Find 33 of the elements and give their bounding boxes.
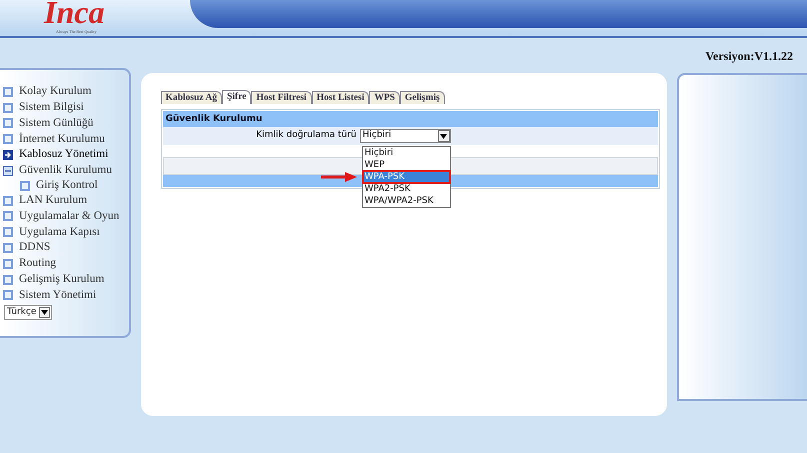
tab[interactable]: WPS xyxy=(369,91,400,104)
tab[interactable]: Gelişmiş xyxy=(400,91,445,104)
language-select[interactable]: Türkçe xyxy=(4,305,52,320)
version-label: Versiyon:V1.1.22 xyxy=(705,48,793,65)
dropdown-option[interactable]: Hiçbiri xyxy=(362,147,450,159)
sidebar-item[interactable]: Sistem Günlüğü xyxy=(19,114,94,132)
dropdown-arrow-icon xyxy=(39,307,50,318)
sidebar-item[interactable]: Güvenlik Kurulumu xyxy=(19,162,112,180)
sidebar-item[interactable]: Uygulama Kapısı xyxy=(19,224,100,241)
dropdown-option[interactable]: WPA/WPA2-PSK xyxy=(362,195,450,207)
sidebar-item[interactable]: Kolay Kurulum xyxy=(19,83,92,101)
sidebar-item[interactable]: Sistem Yönetimi xyxy=(19,286,96,304)
dropdown-option[interactable]: WPA-PSK xyxy=(362,171,450,183)
sidebar-item[interactable]: Uygulamalar & Oyun xyxy=(19,208,120,226)
arrow-pointer-icon xyxy=(320,172,356,182)
sidebar-item[interactable]: LAN Kurulum xyxy=(19,192,88,210)
sidebar-item[interactable]: DDNS xyxy=(19,239,50,257)
tab[interactable]: Host Filtresi xyxy=(251,91,312,104)
logo: Inca xyxy=(44,0,104,30)
tab[interactable]: Şifre xyxy=(222,90,252,104)
sidebar-item[interactable]: Gelişmiş Kurulum xyxy=(19,271,104,288)
dropdown-option[interactable]: WPA2-PSK xyxy=(362,183,450,195)
auth-type-select[interactable]: Hiçbiri xyxy=(360,129,450,143)
sidebar-item[interactable]: İnternet Kurulumu xyxy=(19,130,105,148)
sidebar-item[interactable]: Routing xyxy=(19,255,56,272)
sidebar-item[interactable]: Sistem Bilgisi xyxy=(19,99,84,116)
sidebar-item[interactable]: Kablosuz Yönetimi xyxy=(19,146,108,164)
tab[interactable]: Host Listesi xyxy=(312,91,370,104)
sidebar-item[interactable]: Giriş Kontrol xyxy=(36,177,98,194)
field-label: Kimlik doğrulama türü xyxy=(255,129,358,142)
section-header: Güvenlik Kurulumu xyxy=(162,111,658,127)
dropdown-option[interactable]: WEP xyxy=(362,159,450,171)
tab[interactable]: Kablosuz Ağ xyxy=(160,91,222,104)
